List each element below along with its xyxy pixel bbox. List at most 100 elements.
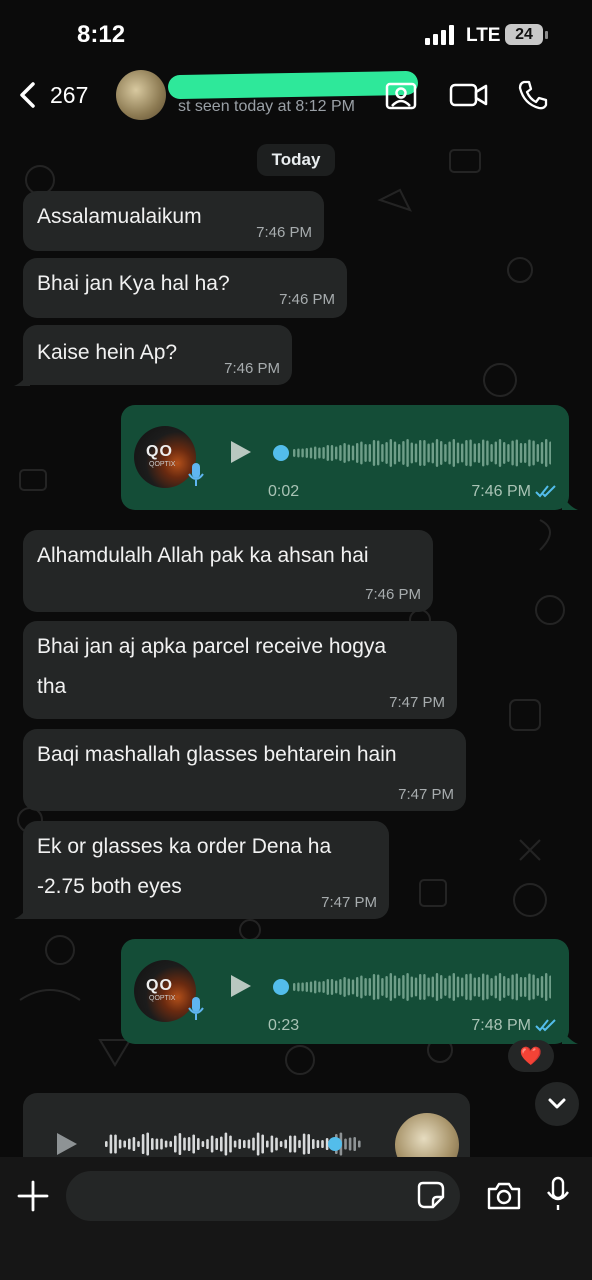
plus-icon[interactable] <box>16 1179 50 1213</box>
message-time: 7:47 PM <box>389 694 445 711</box>
waveform-bar <box>427 443 430 463</box>
waveform-bar <box>469 439 472 467</box>
waveform-bar <box>494 975 497 999</box>
waveform-bar <box>507 444 510 462</box>
waveform-bar <box>305 982 308 992</box>
play-icon[interactable] <box>229 973 253 999</box>
scroll-to-bottom-button[interactable] <box>535 1082 579 1126</box>
waveform-bar <box>503 442 506 464</box>
waveform-bar <box>419 974 422 1000</box>
video-call-icon[interactable] <box>449 78 489 112</box>
waveform-bar <box>549 441 551 465</box>
message-incoming[interactable]: Bhai jan Kya hal ha? 7:46 PM <box>23 258 347 318</box>
waveform-bar <box>549 975 551 999</box>
message-input[interactable] <box>66 1171 460 1221</box>
waveform-bar <box>482 439 485 467</box>
waveform-bar <box>266 1140 269 1148</box>
waveform-bar <box>477 977 481 997</box>
playback-progress-knob[interactable] <box>273 445 289 461</box>
message-incoming[interactable]: Baqi mashallah glasses behtarein hain 7:… <box>23 729 466 811</box>
waveform-bar <box>105 1141 108 1147</box>
mic-icon[interactable] <box>545 1176 571 1212</box>
waveform-bar <box>314 980 317 994</box>
reaction-heart[interactable]: ❤️ <box>508 1040 554 1072</box>
message-incoming[interactable]: Ek or glasses ka order Dena ha -2.75 bot… <box>23 821 389 919</box>
waveform-bar <box>335 980 338 994</box>
chevron-down-icon <box>548 1098 566 1109</box>
waveform-bar <box>381 978 384 996</box>
waveform-bar <box>301 982 304 992</box>
voice-waveform[interactable] <box>271 969 551 1005</box>
waveform-bar <box>275 1137 278 1151</box>
waveform-bar <box>377 974 380 1000</box>
unread-count[interactable]: 267 <box>50 82 88 109</box>
waveform-bar <box>233 1140 237 1148</box>
message-time: 7:46 PM <box>224 360 280 377</box>
waveform-bar <box>406 439 409 467</box>
waveform-bar <box>498 973 502 1001</box>
waveform-bar <box>456 442 460 464</box>
avatar-logo: QO <box>146 443 173 460</box>
sticker-icon[interactable] <box>417 1181 445 1209</box>
voice-message-outgoing[interactable]: QO QOPTIX 0:23 7:48 PM <box>121 939 569 1044</box>
waveform-bar <box>494 441 497 465</box>
message-incoming[interactable]: Bhai jan aj apka parcel receive hogya th… <box>23 621 457 719</box>
waveform-bar <box>201 1141 205 1147</box>
waveform-bar <box>519 977 523 997</box>
double-check-icon <box>535 485 556 498</box>
signal-icon <box>425 25 454 45</box>
message-incoming[interactable]: Kaise hein Ap? 7:46 PM <box>23 325 292 385</box>
message-incoming[interactable]: Assalamualaikum 7:46 PM <box>23 191 324 251</box>
chat-header: 267 st seen today at 8:12 PM <box>0 60 592 130</box>
message-text: Bhai jan Kya hal ha? <box>37 272 230 295</box>
waveform-bar <box>206 1139 209 1149</box>
waveform-bar <box>293 449 296 457</box>
waveform-bar <box>507 978 510 996</box>
voice-duration: 0:02 <box>268 483 300 500</box>
playback-progress-knob[interactable] <box>328 1137 342 1151</box>
waveform-bar <box>385 976 388 998</box>
waveform-bar <box>398 978 401 996</box>
playback-progress-knob[interactable] <box>273 979 289 995</box>
mic-icon <box>188 997 204 1020</box>
play-icon[interactable] <box>229 439 253 465</box>
waveform-bar <box>224 1132 228 1156</box>
camera-icon[interactable] <box>486 1181 522 1211</box>
waveform-bar <box>155 1138 159 1150</box>
status-time: 8:12 <box>77 21 126 48</box>
voice-message-outgoing[interactable]: QO QOPTIX 0:02 7:46 PM <box>121 405 569 510</box>
phone-icon[interactable] <box>516 78 550 112</box>
waveform-bar <box>368 444 371 462</box>
waveform-bar <box>440 441 443 465</box>
play-icon[interactable] <box>55 1131 79 1157</box>
message-time: 7:46 PM <box>365 586 421 603</box>
waveform-bar <box>402 441 405 465</box>
waveform-bar <box>515 439 518 467</box>
battery-level: 24 <box>505 24 543 45</box>
contact-card-icon[interactable] <box>384 78 418 112</box>
redacted-contact-name[interactable] <box>167 70 419 100</box>
waveform-bar <box>456 976 460 998</box>
voice-duration: 0:23 <box>268 1017 300 1034</box>
voice-waveform[interactable] <box>271 435 551 471</box>
waveform-bar <box>356 443 359 463</box>
waveform-bar <box>444 444 447 462</box>
waveform-bar <box>461 443 464 463</box>
voice-waveform[interactable] <box>103 1128 373 1160</box>
waveform-bar <box>444 978 447 996</box>
contact-avatar[interactable] <box>116 70 166 120</box>
message-incoming[interactable]: Alhamdulalh Allah pak ka ahsan hai 7:46 … <box>23 530 433 612</box>
waveform-bar <box>461 977 464 997</box>
chevron-left-icon[interactable] <box>14 80 44 110</box>
waveform-bar <box>339 445 342 461</box>
waveform-bar <box>321 1140 324 1148</box>
waveform-bar <box>270 1135 274 1153</box>
waveform-bar <box>347 444 350 462</box>
waveform-bar <box>469 973 472 1001</box>
waveform-bar <box>356 977 359 997</box>
bubble-tail <box>562 494 578 510</box>
waveform-bar <box>423 974 426 1000</box>
waveform-bar <box>326 445 329 461</box>
waveform-bar <box>406 973 409 1001</box>
waveform-bar <box>229 1135 232 1153</box>
